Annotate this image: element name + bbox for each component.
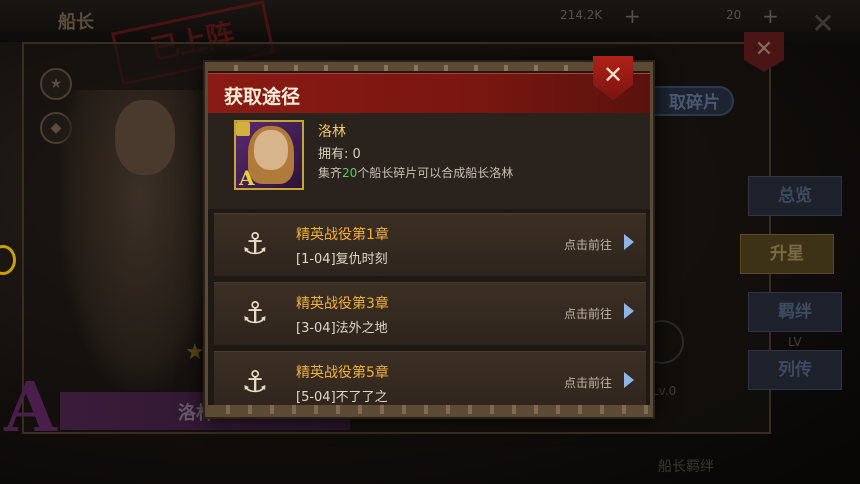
card-portrait-face [254,130,288,170]
source-list: ⚓ 精英战役第1章 [1-04]复仇时刻 点击前往 ⚓ 精英战役第3章 [3-0… [208,211,650,407]
owned-count: 拥有: 0 [318,147,361,162]
tab-star-up[interactable]: 升星 [740,234,834,274]
add-gem-button[interactable]: + [762,4,779,28]
tab-bond[interactable]: 羁绊 [748,292,842,332]
item-description: 集齐20个船长碎片可以合成船长洛林 [318,164,513,181]
modal-title: 获取途径 [224,86,301,108]
desc-prefix: 集齐 [318,166,343,180]
play-arrow-icon[interactable] [624,234,634,250]
modal-top-border [208,65,650,71]
captain-card: A [234,120,304,190]
rank-badge: A [4,368,57,448]
level-label-right: LV [788,335,802,349]
play-arrow-icon[interactable] [624,303,634,319]
modal-header: 获取途径 [208,73,650,115]
tab-biography[interactable]: 列传 [748,350,842,390]
source-stage: [1-04]复仇时刻 [296,252,388,267]
close-icon[interactable]: ✕ [807,8,839,40]
source-chapter: 精英战役第3章 [296,296,389,312]
modal-bottom-border [208,405,650,414]
source-row[interactable]: ⚓ 精英战役第3章 [3-04]法外之地 点击前往 [214,282,646,345]
gold-amount: 214.2K [560,8,603,22]
play-arrow-icon[interactable] [624,372,634,388]
desc-count: 20 [342,166,358,180]
crossed-anchors-icon: ⚓ [241,227,269,262]
source-row[interactable]: ⚓ 精英战役第1章 [1-04]复仇时刻 点击前往 [214,213,646,276]
crossed-anchors-icon: ⚓ [241,365,269,400]
level-label: Lv.0 [652,384,677,398]
captain-face [115,100,175,175]
captain-bond-label: 船长羁绊 [658,459,714,475]
source-chapter: 精英战役第5章 [296,365,389,381]
card-rank: A [239,166,255,190]
item-info: A 洛林 拥有: 0 集齐20个船长碎片可以合成船长洛林 [208,113,650,209]
page-title: 船长 [58,12,94,33]
fragment-icon [236,122,250,136]
tab-overview[interactable]: 总览 [748,176,842,216]
source-stage: [5-04]不了了之 [296,390,388,405]
go-button[interactable]: 点击前往 [564,236,612,253]
source-chapter: 精英战役第1章 [296,227,389,243]
get-fragment-button[interactable]: 取碎片 [640,86,734,116]
go-button[interactable]: 点击前往 [564,305,612,322]
add-gold-button[interactable]: + [624,4,641,28]
acquire-path-modal: 获取途径 A 洛林 拥有: 0 集齐20个船长碎片可以合成船长洛林 ⚓ 精英战役… [205,62,653,417]
desc-suffix: 个船长碎片可以合成船长洛林 [357,166,514,180]
source-stage: [3-04]法外之地 [296,321,388,336]
gem-amount: 20 [726,8,742,22]
star-icon: ★ [185,340,205,365]
crossed-anchors-icon: ⚓ [241,296,269,331]
source-row[interactable]: ⚓ 精英战役第5章 [5-04]不了了之 点击前往 [214,351,646,407]
go-button[interactable]: 点击前往 [564,374,612,391]
item-name: 洛林 [318,124,346,140]
